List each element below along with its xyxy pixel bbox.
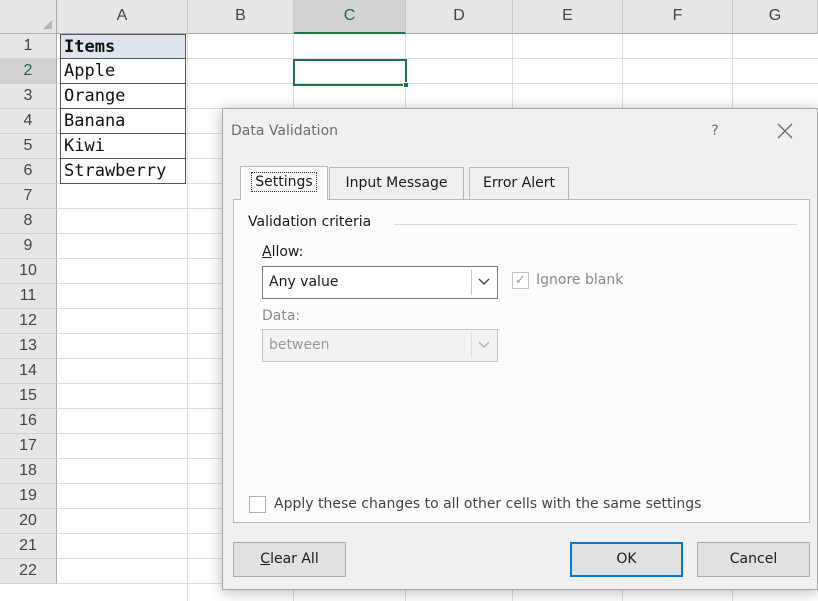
tab-settings[interactable]: Settings: [240, 166, 328, 200]
row-header-21[interactable]: 21: [0, 534, 57, 559]
ignore-blank-label: Ignore blank: [536, 272, 624, 288]
row-header-6[interactable]: 6: [0, 159, 57, 184]
validation-criteria-heading: Validation criteria: [248, 214, 372, 230]
column-header-g[interactable]: G: [733, 0, 818, 34]
row-header-18[interactable]: 18: [0, 459, 57, 484]
allow-accelerator: A: [262, 244, 272, 260]
group-divider: [394, 224, 797, 225]
select-all-corner[interactable]: [0, 0, 57, 34]
dialog-title: Data Validation: [231, 123, 339, 139]
gridline: [187, 34, 188, 601]
row-header-11[interactable]: 11: [0, 284, 57, 309]
column-header-e[interactable]: E: [513, 0, 623, 34]
row-header-8[interactable]: 8: [0, 209, 57, 234]
allow-select[interactable]: Any value: [262, 266, 498, 299]
close-icon: [777, 123, 793, 139]
ok-button[interactable]: OK: [570, 542, 683, 577]
row-header-22[interactable]: 22: [0, 559, 57, 584]
check-icon: ✓: [515, 273, 526, 288]
chevron-down-icon: [478, 341, 489, 348]
tab-settings-label: Settings: [251, 172, 317, 192]
chevron-down-icon: [478, 278, 489, 285]
cell-a1[interactable]: Items: [60, 34, 186, 59]
data-select[interactable]: between: [262, 329, 498, 362]
allow-dropdown-button[interactable]: [471, 270, 495, 295]
data-validation-dialog: Data Validation ? Settings Input Message…: [222, 108, 818, 590]
row-header-3[interactable]: 3: [0, 84, 57, 109]
data-label: Data:: [262, 308, 301, 324]
row-header-4[interactable]: 4: [0, 109, 57, 134]
active-cell-c2[interactable]: [293, 59, 409, 88]
ignore-blank-checkbox[interactable]: ✓: [512, 272, 529, 289]
row-header-5[interactable]: 5: [0, 134, 57, 159]
row-header-7[interactable]: 7: [0, 184, 57, 209]
apply-all-checkbox[interactable]: [249, 496, 266, 513]
row-header-17[interactable]: 17: [0, 434, 57, 459]
data-select-value: between: [269, 337, 330, 353]
row-header-14[interactable]: 14: [0, 359, 57, 384]
row-header-15[interactable]: 15: [0, 384, 57, 409]
row-header-1[interactable]: 1: [0, 34, 57, 59]
allow-label-text: llow:: [271, 244, 304, 260]
clear-all-label: lear All: [270, 551, 319, 567]
row-header-9[interactable]: 9: [0, 234, 57, 259]
row-header-20[interactable]: 20: [0, 509, 57, 534]
apply-all-label: Apply these changes to all other cells w…: [274, 496, 702, 512]
allow-label: Allow:: [262, 244, 303, 260]
clear-all-button[interactable]: Clear All: [233, 542, 346, 577]
help-button[interactable]: ?: [705, 121, 725, 141]
tab-input-message[interactable]: Input Message: [329, 167, 464, 200]
row-header-16[interactable]: 16: [0, 409, 57, 434]
cell-a4[interactable]: Banana: [60, 109, 186, 134]
allow-select-value: Any value: [269, 274, 339, 290]
clear-all-accelerator: C: [260, 551, 271, 567]
column-header-a[interactable]: A: [57, 0, 188, 34]
cell-a5[interactable]: Kiwi: [60, 134, 186, 159]
fill-handle[interactable]: [403, 82, 409, 88]
cell-a3[interactable]: Orange: [60, 84, 186, 109]
column-header-b[interactable]: B: [188, 0, 294, 34]
row-header-2[interactable]: 2: [0, 59, 57, 84]
row-header-10[interactable]: 10: [0, 259, 57, 284]
row-header-13[interactable]: 13: [0, 334, 57, 359]
settings-panel: Validation criteria Allow: Any value ✓ I…: [233, 199, 810, 523]
column-header-f[interactable]: F: [623, 0, 733, 34]
row-header-12[interactable]: 12: [0, 309, 57, 334]
close-button[interactable]: [773, 119, 797, 143]
select-all-icon: [43, 20, 52, 29]
column-header-c[interactable]: C: [294, 0, 406, 34]
column-header-d[interactable]: D: [406, 0, 513, 34]
cell-a2[interactable]: Apple: [60, 59, 186, 84]
cell-a6[interactable]: Strawberry: [60, 159, 186, 184]
data-dropdown-button[interactable]: [471, 333, 495, 358]
tab-error-alert[interactable]: Error Alert: [469, 167, 569, 200]
cancel-button[interactable]: Cancel: [697, 542, 810, 577]
row-header-19[interactable]: 19: [0, 484, 57, 509]
